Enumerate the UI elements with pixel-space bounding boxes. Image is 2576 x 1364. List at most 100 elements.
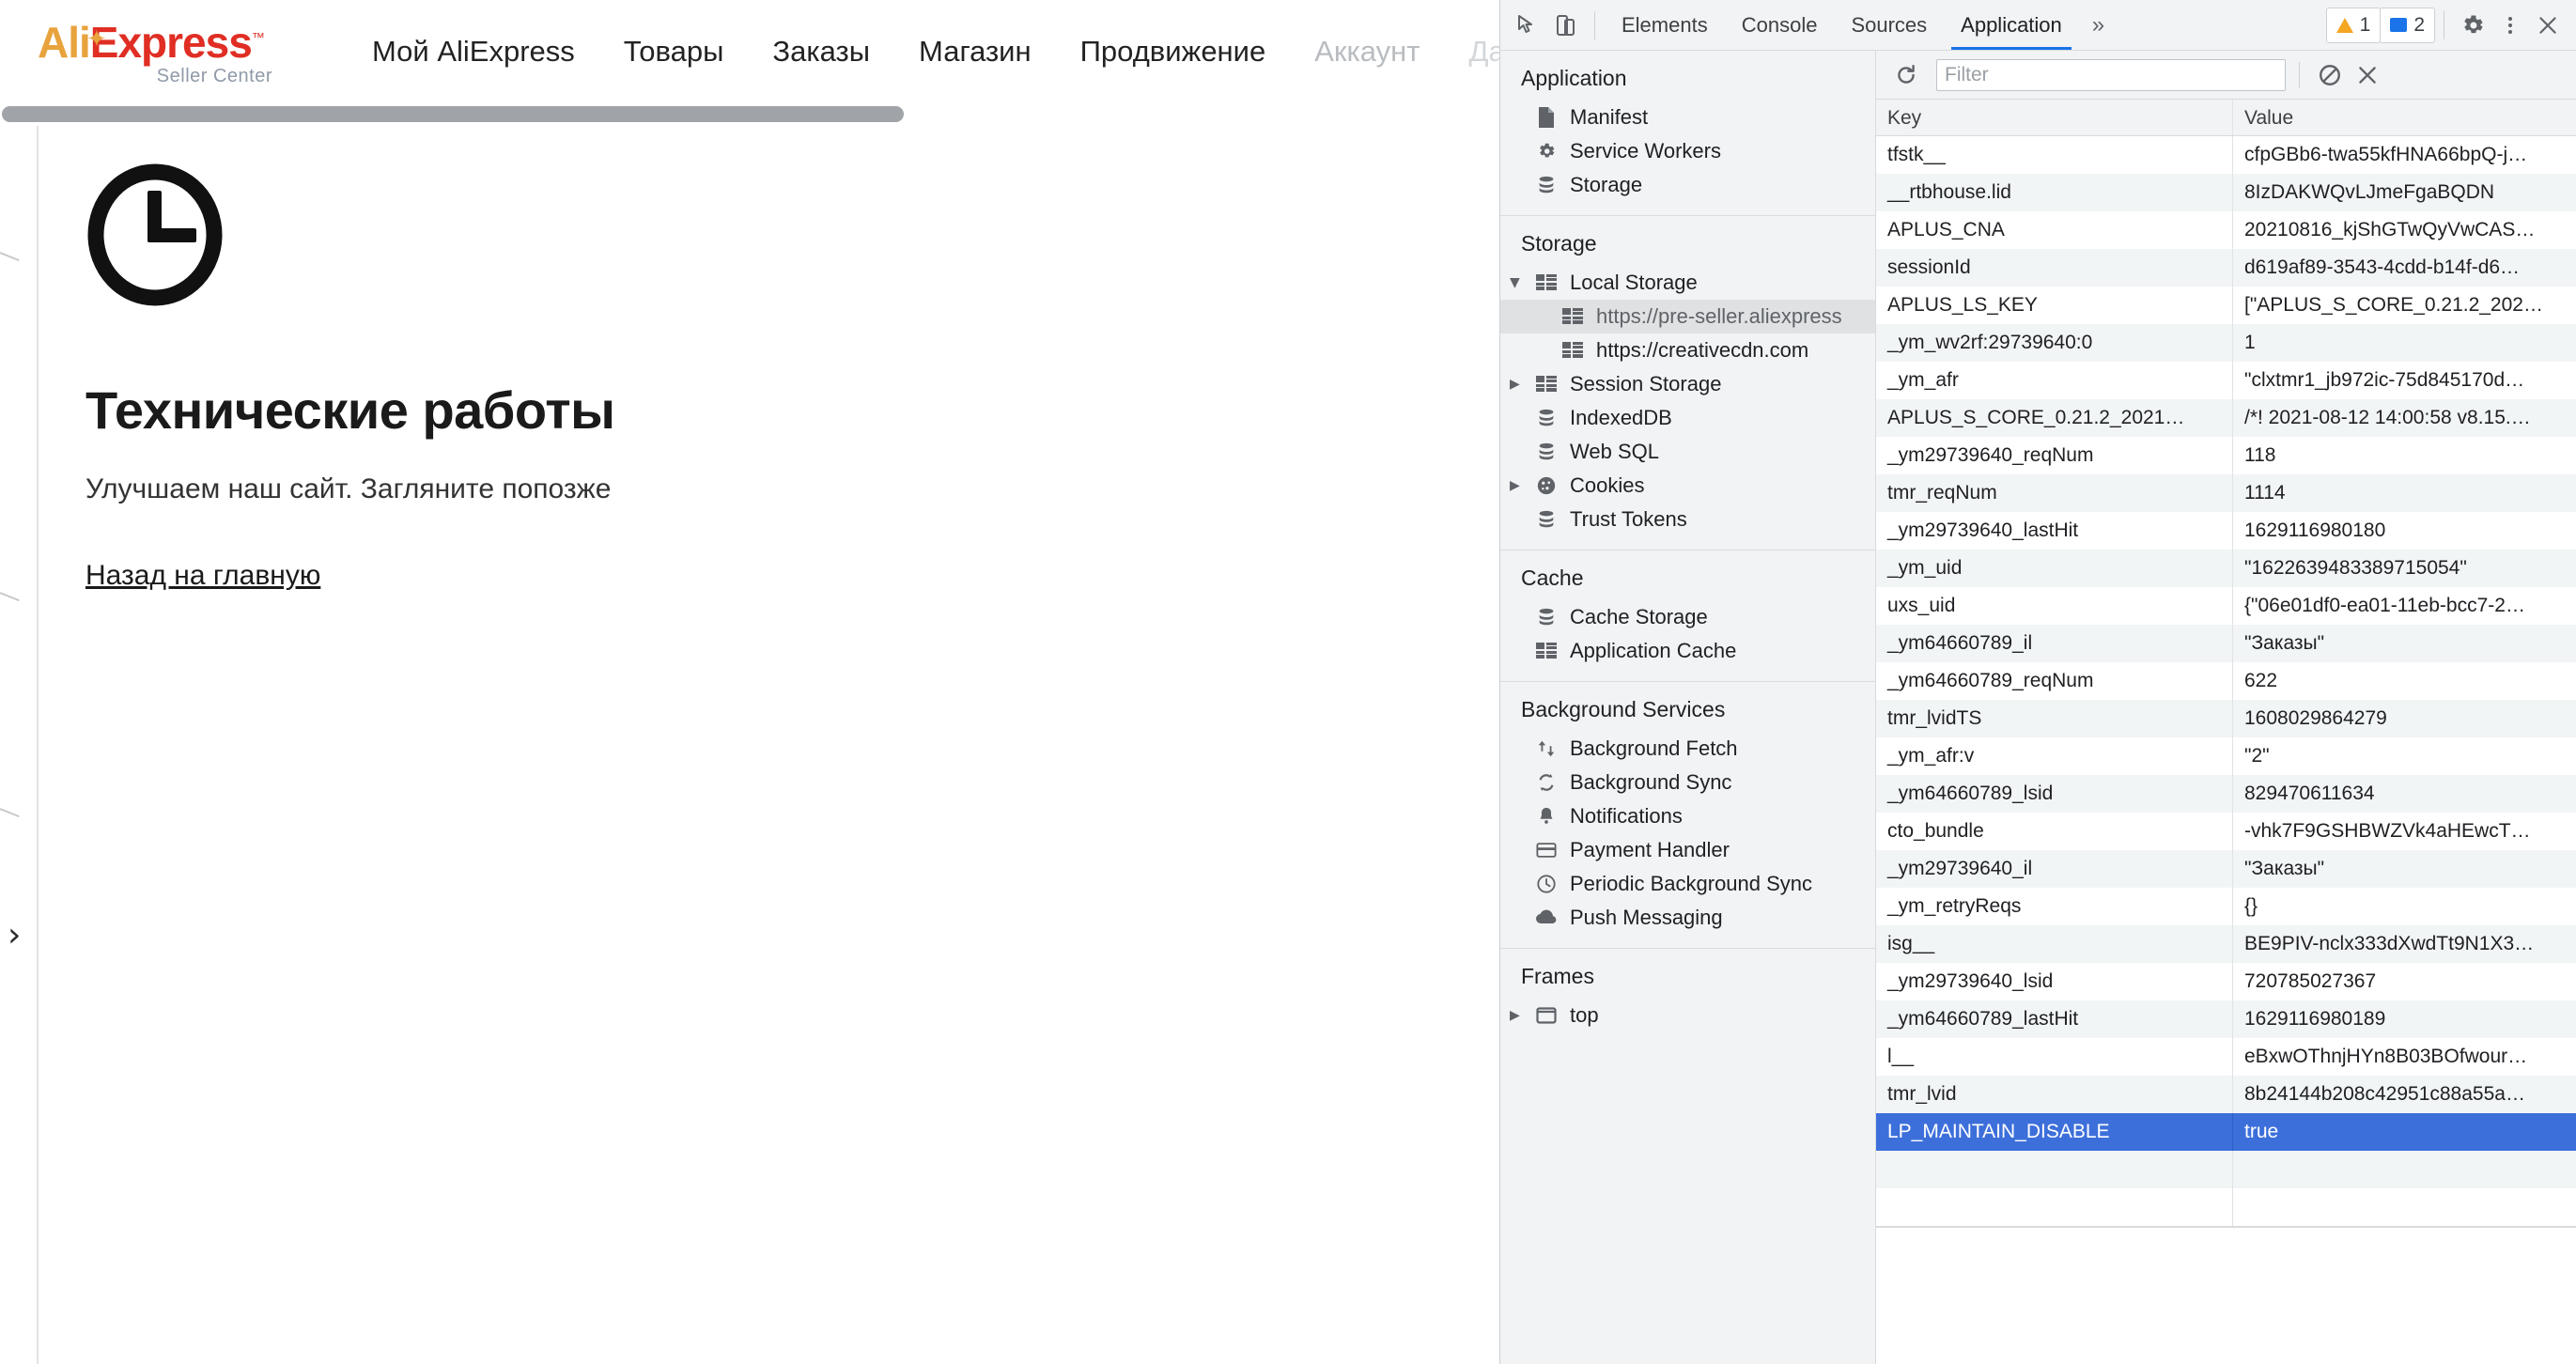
table-row[interactable]: _ym29739640_lsid720785027367 (1876, 963, 2576, 1000)
table-row[interactable]: tmr_reqNum1114 (1876, 474, 2576, 512)
table-cell-key[interactable]: _ym29739640_reqNum (1876, 437, 2233, 474)
nav-item-store[interactable]: Магазин (894, 0, 1056, 103)
table-cell-value[interactable]: 1608029864279 (2233, 700, 2576, 737)
table-cell-value[interactable]: "Заказы" (2233, 625, 2576, 662)
sidebar-item-background-sync[interactable]: ▶ Background Sync (1500, 766, 1875, 799)
table-cell-value[interactable]: cfpGBb6-twa55kfHNA66bpQ-j… (2233, 136, 2576, 174)
warning-count-badge[interactable]: 1 (2326, 8, 2382, 43)
table-cell-key[interactable]: _ym29739640_lastHit (1876, 512, 2233, 550)
table-cell-key[interactable]: sessionId (1876, 249, 2233, 287)
table-row[interactable]: _ym64660789_reqNum622 (1876, 662, 2576, 700)
table-row[interactable]: __rtbhouse.lid8IzDAKWQvLJmeFgaBQDN (1876, 174, 2576, 211)
table-cell-value[interactable]: 1629116980189 (2233, 1000, 2576, 1038)
table-cell-key[interactable]: LP_MAINTAIN_DISABLE (1876, 1113, 2233, 1151)
table-cell-key[interactable]: _ym29739640_il (1876, 850, 2233, 888)
table-row[interactable]: _ym_uid"1622639483389715054" (1876, 550, 2576, 587)
sidebar-item-cookies[interactable]: ▶ Cookies (1500, 469, 1875, 503)
table-cell-key[interactable]: isg__ (1876, 925, 2233, 963)
table-cell-key[interactable]: uxs_uid (1876, 587, 2233, 625)
table-cell-value[interactable]: 1 (2233, 324, 2576, 362)
column-header-value[interactable]: Value (2233, 100, 2576, 135)
table-row[interactable]: APLUS_CNA20210816_kjShGTwQyVwCAS… (1876, 211, 2576, 249)
table-row[interactable]: sessionIdd619af89-3543-4cdd-b14f-d6… (1876, 249, 2576, 287)
table-cell-value[interactable]: 1629116980180 (2233, 512, 2576, 550)
filter-input[interactable] (1936, 59, 2286, 91)
horizontal-scrollbar[interactable] (0, 103, 1499, 126)
sidebar-item-notifications[interactable]: ▶ Notifications (1500, 799, 1875, 833)
sidebar-item-storage[interactable]: ▶ Storage (1500, 168, 1875, 202)
sidebar-item-service-workers[interactable]: ▶ Service Workers (1500, 134, 1875, 168)
table-cell-key[interactable]: _ym_afr:v (1876, 737, 2233, 775)
table-cell-value[interactable]: /*! 2021-08-12 14:00:58 v8.15.… (2233, 399, 2576, 437)
sidebar-item-local-storage[interactable]: ▼ Local Storage (1500, 266, 1875, 300)
nav-item-products[interactable]: Товары (599, 0, 749, 103)
table-cell-value[interactable]: "2" (2233, 737, 2576, 775)
table-cell-key[interactable]: __rtbhouse.lid (1876, 174, 2233, 211)
table-row[interactable]: _ym_afr:v"2" (1876, 737, 2576, 775)
nav-item-orders[interactable]: Заказы (748, 0, 894, 103)
table-cell-key[interactable]: _ym64660789_reqNum (1876, 662, 2233, 700)
table-row[interactable]: _ym64660789_il"Заказы" (1876, 625, 2576, 662)
table-cell-value[interactable]: eBxwOThnjHYn8B03BOfwour… (2233, 1038, 2576, 1076)
table-row[interactable]: cto_bundle-vhk7F9GSHBWZVk4aHEwcT… (1876, 813, 2576, 850)
refresh-icon[interactable] (1887, 56, 1925, 94)
table-row[interactable]: _ym64660789_lastHit1629116980189 (1876, 1000, 2576, 1038)
table-row[interactable]: APLUS_LS_KEY["APLUS_S_CORE_0.21.2_202… (1876, 287, 2576, 324)
sidebar-item-web-sql[interactable]: ▶ Web SQL (1500, 435, 1875, 469)
table-cell-value[interactable]: true (2233, 1113, 2576, 1151)
table-empty-row[interactable] (1876, 1151, 2576, 1188)
table-row[interactable]: LP_MAINTAIN_DISABLEtrue (1876, 1113, 2576, 1151)
table-cell-value[interactable]: 118 (2233, 437, 2576, 474)
sidebar-item-indexeddb[interactable]: ▶ IndexedDB (1500, 401, 1875, 435)
message-count-badge[interactable]: 2 (2380, 8, 2435, 43)
table-empty-row[interactable] (1876, 1188, 2576, 1226)
tab-application[interactable]: Application (1944, 0, 2079, 50)
table-row[interactable]: tmr_lvidTS1608029864279 (1876, 700, 2576, 737)
tab-sources[interactable]: Sources (1834, 0, 1944, 50)
tab-elements[interactable]: Elements (1605, 0, 1725, 50)
table-cell-key[interactable]: tmr_lvidTS (1876, 700, 2233, 737)
table-cell-key[interactable]: _ym64660789_lsid (1876, 775, 2233, 813)
table-cell-key[interactable]: cto_bundle (1876, 813, 2233, 850)
nav-item-account[interactable]: Аккаунт (1290, 0, 1444, 103)
table-cell-value[interactable]: BE9PIV-nclx333dXwdTt9N1X3… (2233, 925, 2576, 963)
table-row[interactable]: _ym29739640_reqNum118 (1876, 437, 2576, 474)
table-row[interactable]: _ym29739640_il"Заказы" (1876, 850, 2576, 888)
table-row[interactable]: tmr_lvid8b24144b208c42951c88a55a… (1876, 1076, 2576, 1113)
table-row[interactable]: _ym_retryReqs{} (1876, 888, 2576, 925)
back-to-home-link[interactable]: Назад на главную (85, 560, 320, 592)
tab-console[interactable]: Console (1725, 0, 1835, 50)
table-cell-value[interactable]: "1622639483389715054" (2233, 550, 2576, 587)
table-cell-key[interactable]: tmr_lvid (1876, 1076, 2233, 1113)
chevron-right-icon[interactable]: ▶ (1510, 377, 1530, 392)
device-toolbar-icon[interactable] (1547, 7, 1585, 44)
table-row[interactable]: _ym_afr"clxtmr1_jb972ic-75d845170d… (1876, 362, 2576, 399)
sidebar-item-session-storage[interactable]: ▶ Session Storage (1500, 367, 1875, 401)
table-cell-value[interactable]: 8IzDAKWQvLJmeFgaBQDN (2233, 174, 2576, 211)
chevron-right-icon[interactable]: ▶ (1510, 1008, 1530, 1023)
table-cell-key[interactable]: tmr_reqNum (1876, 474, 2233, 512)
table-cell-value[interactable]: 8b24144b208c42951c88a55a… (2233, 1076, 2576, 1113)
table-cell-value[interactable]: 20210816_kjShGTwQyVwCAS… (2233, 211, 2576, 249)
table-cell-value[interactable]: {} (2233, 888, 2576, 925)
table-cell-key[interactable]: tfstk__ (1876, 136, 2233, 174)
table-row[interactable]: uxs_uid{"06e01df0-ea01-11eb-bcc7-2… (1876, 587, 2576, 625)
table-cell-key[interactable]: APLUS_CNA (1876, 211, 2233, 249)
sidebar-item-periodic-background-sync[interactable]: ▶ Periodic Background Sync (1500, 867, 1875, 901)
table-cell-key[interactable]: _ym_afr (1876, 362, 2233, 399)
table-cell-value[interactable]: d619af89-3543-4cdd-b14f-d6… (2233, 249, 2576, 287)
table-cell-key[interactable]: _ym_wv2rf:29739640:0 (1876, 324, 2233, 362)
table-row[interactable]: _ym_wv2rf:29739640:01 (1876, 324, 2576, 362)
table-cell-key[interactable]: _ym29739640_lsid (1876, 963, 2233, 1000)
delete-selected-icon[interactable] (2349, 56, 2386, 94)
table-cell-value[interactable]: ["APLUS_S_CORE_0.21.2_202… (2233, 287, 2576, 324)
table-cell-value[interactable]: 1114 (2233, 474, 2576, 512)
table-cell-value[interactable]: "clxtmr1_jb972ic-75d845170d… (2233, 362, 2576, 399)
clear-all-icon[interactable] (2311, 56, 2349, 94)
sidebar-item-push-messaging[interactable]: ▶ Push Messaging (1500, 901, 1875, 935)
nav-item-data[interactable]: Дан (1444, 0, 1499, 103)
table-row[interactable]: isg__BE9PIV-nclx333dXwdTt9N1X3… (1876, 925, 2576, 963)
column-header-key[interactable]: Key (1876, 100, 2233, 135)
sidebar-item-origin-pre-seller-aliexpress[interactable]: ▶ https://pre-seller.aliexpress (1500, 300, 1875, 333)
close-icon[interactable] (2529, 7, 2567, 44)
